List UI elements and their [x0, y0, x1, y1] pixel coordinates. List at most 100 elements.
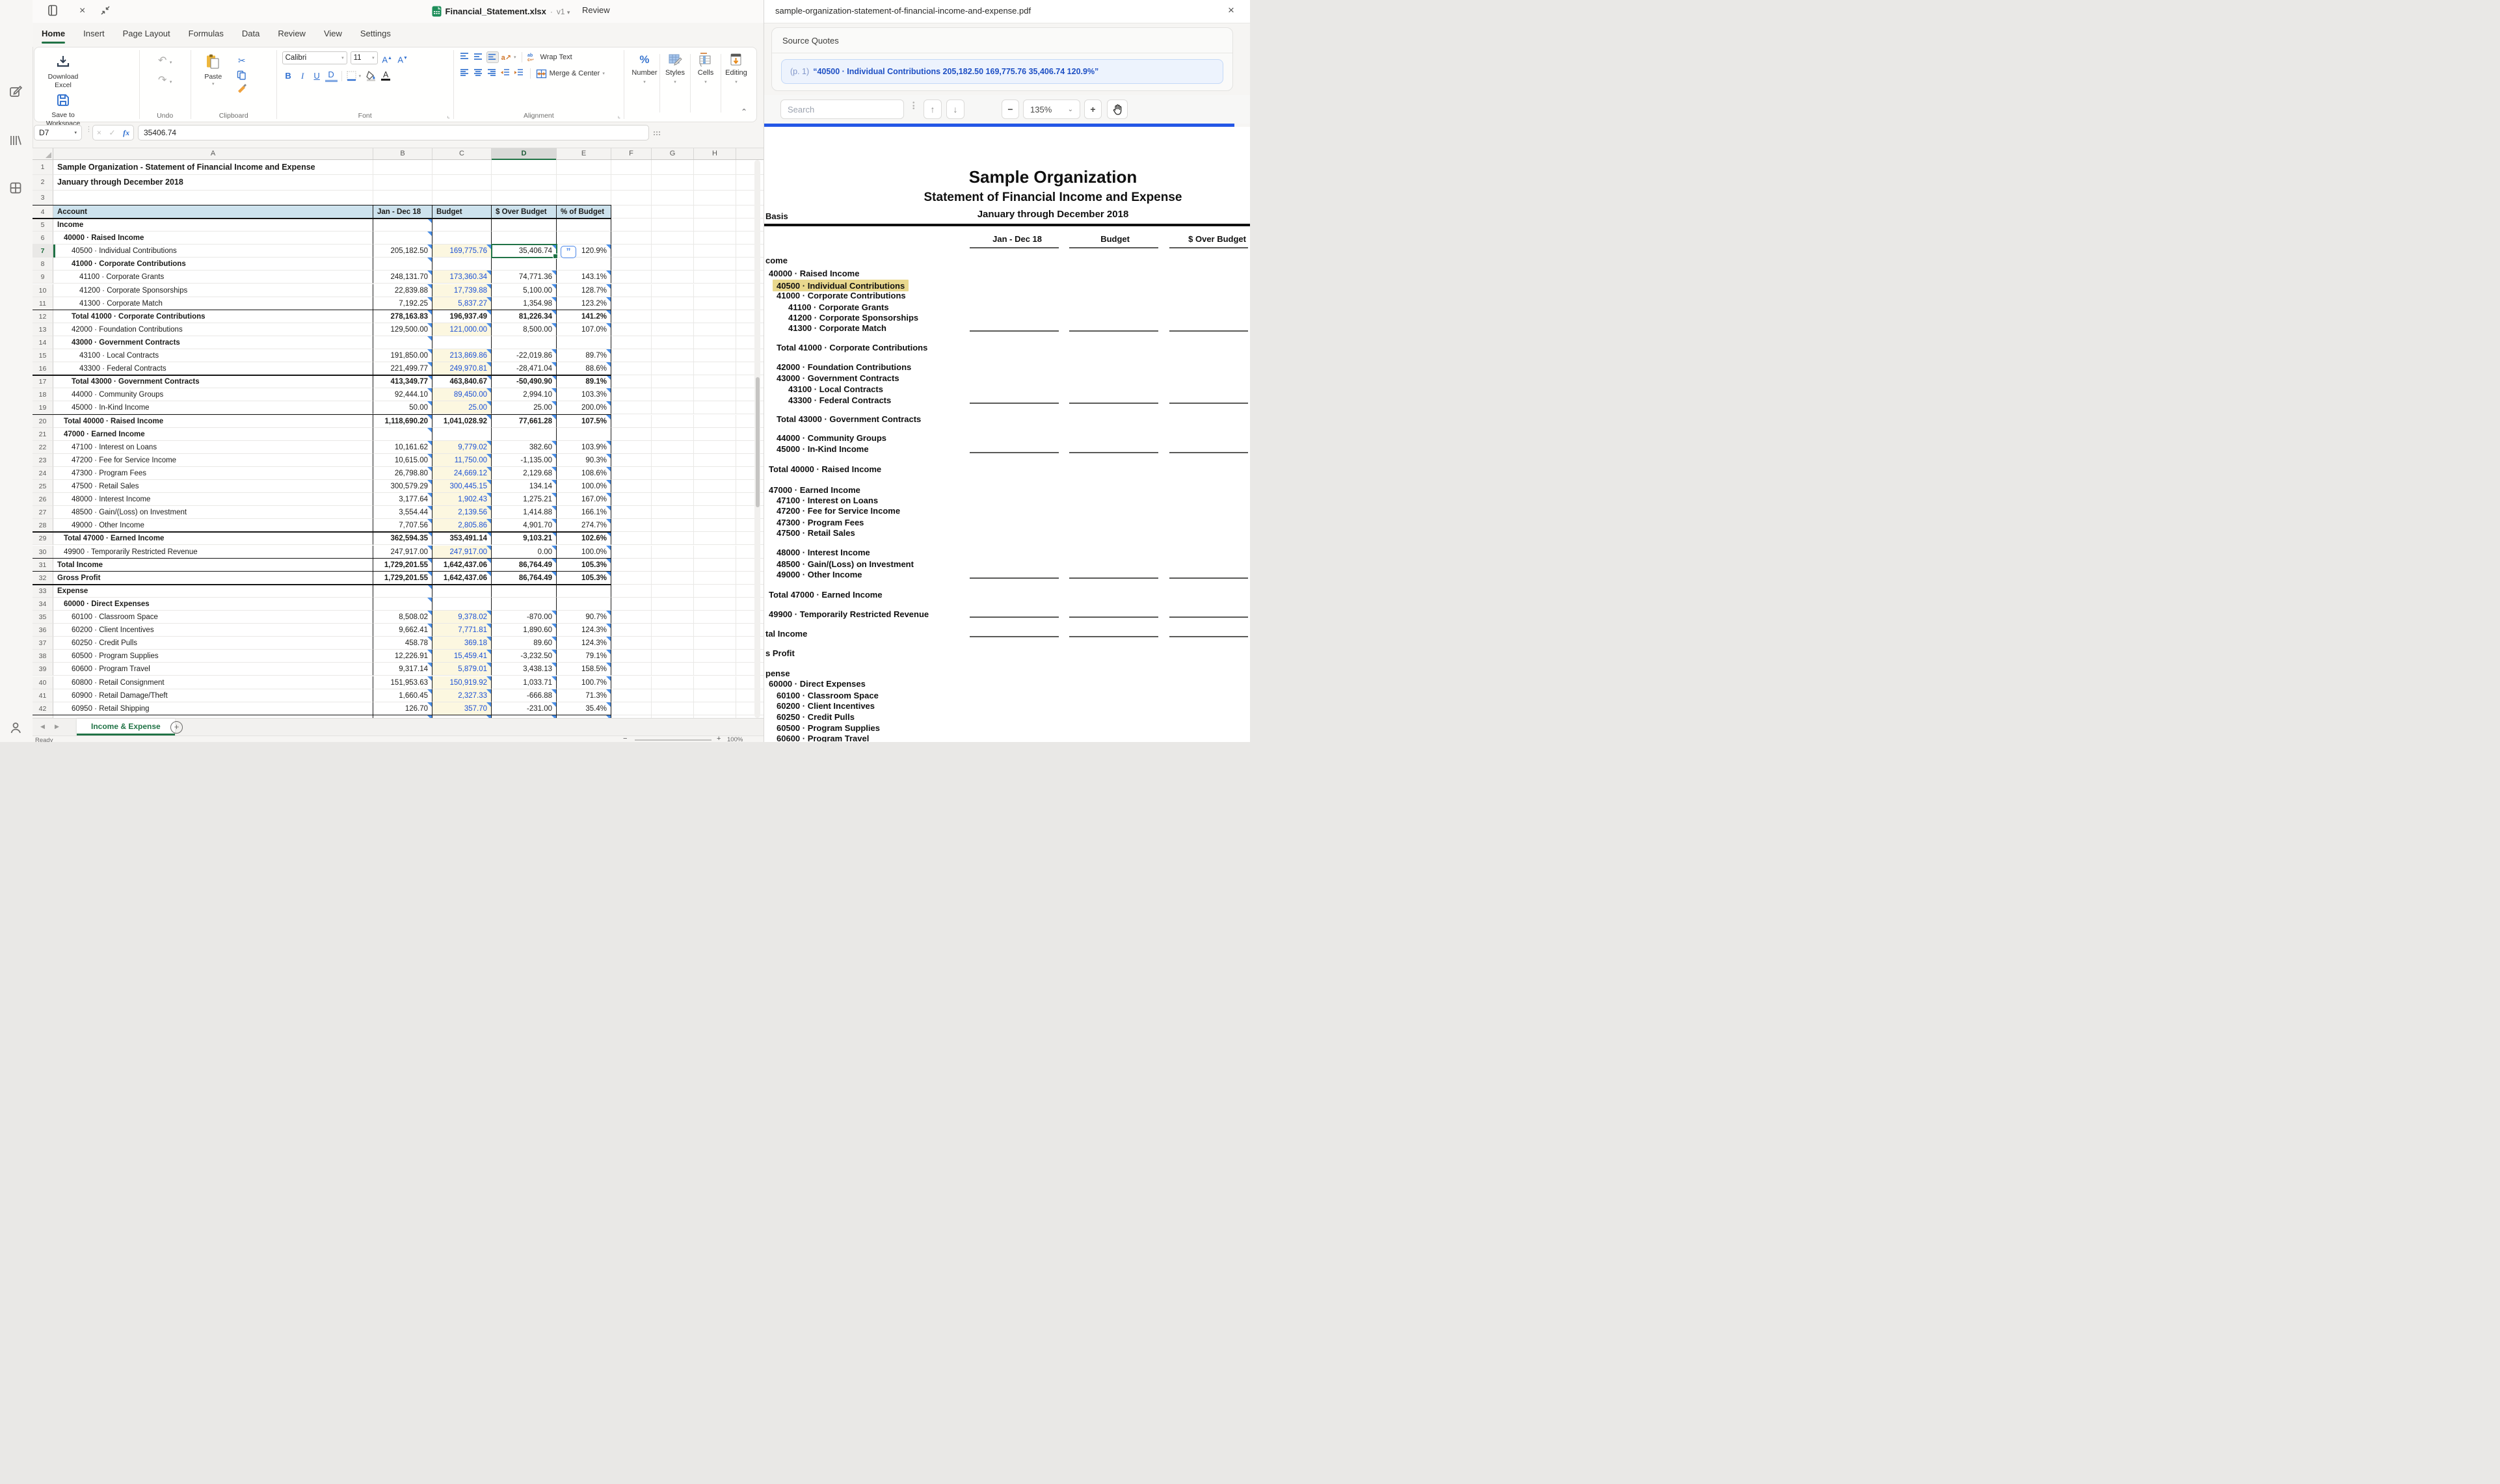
cell-D3[interactable]	[492, 191, 557, 205]
cell-B16[interactable]: 221,499.77	[373, 362, 432, 375]
cell-F20[interactable]	[611, 415, 652, 428]
cell-A5[interactable]: Income	[53, 219, 373, 232]
ribbon-tab-data[interactable]: Data	[242, 23, 259, 45]
cell-D13[interactable]: 8,500.00	[492, 323, 557, 336]
fill-handle[interactable]	[553, 254, 558, 259]
select-all-corner[interactable]	[33, 148, 53, 159]
cell-A12[interactable]: Total 41000 · Corporate Contributions	[53, 310, 373, 323]
cell-D34[interactable]	[492, 598, 557, 611]
cell-A7[interactable]: 40500 · Individual Contributions	[53, 245, 373, 258]
cell-G6[interactable]	[652, 232, 694, 245]
cell-C23[interactable]: 11,750.00	[432, 454, 492, 467]
cell-E2[interactable]	[557, 175, 611, 190]
cell-G29[interactable]	[652, 532, 694, 545]
cell-A20[interactable]: Total 40000 · Raised Income	[53, 415, 373, 428]
font-dialog-launcher[interactable]: ⌞	[447, 113, 449, 120]
cell-G13[interactable]	[652, 323, 694, 336]
row-header-41[interactable]: 41	[33, 689, 53, 702]
paste-button[interactable]: Paste ▾	[196, 51, 230, 93]
cell-H6[interactable]	[694, 232, 736, 245]
cell-F13[interactable]	[611, 323, 652, 336]
cell-C36[interactable]: 7,771.81	[432, 624, 492, 637]
cell-F28[interactable]	[611, 519, 652, 532]
cell-H10[interactable]	[694, 284, 736, 297]
merge-center-icon[interactable]	[536, 69, 547, 79]
align-right-icon[interactable]	[486, 68, 498, 79]
cell-C16[interactable]: 249,970.81	[432, 362, 492, 375]
confirm-entry-icon[interactable]: ✓	[109, 128, 115, 137]
cell-G26[interactable]	[652, 493, 694, 506]
cell-F42[interactable]	[611, 702, 652, 715]
number-group-button[interactable]: % Number▾	[630, 51, 659, 85]
cell-H21[interactable]	[694, 428, 736, 441]
row-header-21[interactable]: 21	[33, 428, 53, 441]
align-bottom-icon[interactable]	[486, 51, 499, 63]
cell-D33[interactable]	[492, 585, 557, 598]
pdf-zoom-select[interactable]: 135%⌄	[1023, 99, 1080, 119]
cell-D9[interactable]: 74,771.36	[492, 271, 557, 284]
cell-B42[interactable]: 126.70	[373, 702, 432, 715]
row-header-25[interactable]: 25	[33, 480, 53, 493]
cell-G11[interactable]	[652, 297, 694, 310]
bold-icon[interactable]: B	[282, 70, 295, 82]
column-header-H[interactable]: H	[694, 148, 736, 159]
collapse-window-icon[interactable]	[100, 5, 111, 16]
cell-B30[interactable]: 247,917.00	[373, 546, 432, 559]
wrap-text-icon[interactable]: abc↩	[527, 53, 538, 62]
cell-H39[interactable]	[694, 663, 736, 676]
cell-C20[interactable]: 1,041,028.92	[432, 415, 492, 428]
close-document-icon[interactable]: ×	[79, 5, 85, 17]
cell-E28[interactable]: 274.7%	[557, 519, 611, 532]
row-header-16[interactable]: 16	[33, 362, 53, 375]
row-header-13[interactable]: 13	[33, 323, 53, 336]
cell-A36[interactable]: 60200 · Client Incentives	[53, 624, 373, 637]
cell-H28[interactable]	[694, 519, 736, 532]
cell-F17[interactable]	[611, 375, 652, 388]
editing-group-button[interactable]: Editing▾	[721, 51, 751, 85]
cell-B40[interactable]: 151,953.63	[373, 676, 432, 689]
cell-F2[interactable]	[611, 175, 652, 190]
cell-G19[interactable]	[652, 401, 694, 414]
cell-B18[interactable]: 92,444.10	[373, 388, 432, 401]
cell-B1[interactable]	[373, 160, 432, 175]
cell-C3[interactable]	[432, 191, 492, 205]
cell-A19[interactable]: 45000 · In-Kind Income	[53, 401, 373, 414]
cell-F19[interactable]	[611, 401, 652, 414]
borders-dropdown[interactable]: ▾	[359, 73, 362, 79]
row-header-19[interactable]: 19	[33, 401, 53, 414]
cell-G36[interactable]	[652, 624, 694, 637]
row-header-12[interactable]: 12	[33, 310, 53, 323]
row-header-23[interactable]: 23	[33, 454, 53, 467]
cell-H19[interactable]	[694, 401, 736, 414]
cell-D22[interactable]: 382.60	[492, 441, 557, 454]
cell-B9[interactable]: 248,131.70	[373, 271, 432, 284]
cell-A42[interactable]: 60950 · Retail Shipping	[53, 702, 373, 715]
cell-H27[interactable]	[694, 506, 736, 519]
cell-G39[interactable]	[652, 663, 694, 676]
cell-B14[interactable]	[373, 336, 432, 349]
find-previous-icon[interactable]: ↑	[924, 99, 942, 119]
cell-A23[interactable]: 47200 · Fee for Service Income	[53, 454, 373, 467]
pdf-zoom-in-icon[interactable]: +	[1084, 99, 1102, 119]
cell-B37[interactable]: 458.78	[373, 637, 432, 650]
cell-D15[interactable]: -22,019.86	[492, 349, 557, 362]
cell-D30[interactable]: 0.00	[492, 546, 557, 559]
cell-G22[interactable]	[652, 441, 694, 454]
ribbon-tab-insert[interactable]: Insert	[83, 23, 105, 45]
zoom-slider[interactable]	[635, 739, 711, 741]
cell-A40[interactable]: 60800 · Retail Consignment	[53, 676, 373, 689]
cell-B35[interactable]: 8,508.02	[373, 611, 432, 624]
cell-E21[interactable]	[557, 428, 611, 441]
formula-bar-grip[interactable]	[653, 131, 661, 136]
row-header-20[interactable]: 20	[33, 415, 53, 428]
cell-H5[interactable]	[694, 219, 736, 232]
cell-B22[interactable]: 10,161.62	[373, 441, 432, 454]
cell-A24[interactable]: 47300 · Program Fees	[53, 467, 373, 480]
cell-H26[interactable]	[694, 493, 736, 506]
cell-F27[interactable]	[611, 506, 652, 519]
row-header-28[interactable]: 28	[33, 519, 53, 532]
cell-E39[interactable]: 158.5%	[557, 663, 611, 676]
cell-C39[interactable]: 5,879.01	[432, 663, 492, 676]
cell-D19[interactable]: 25.00	[492, 401, 557, 414]
cell-B24[interactable]: 26,798.80	[373, 467, 432, 480]
